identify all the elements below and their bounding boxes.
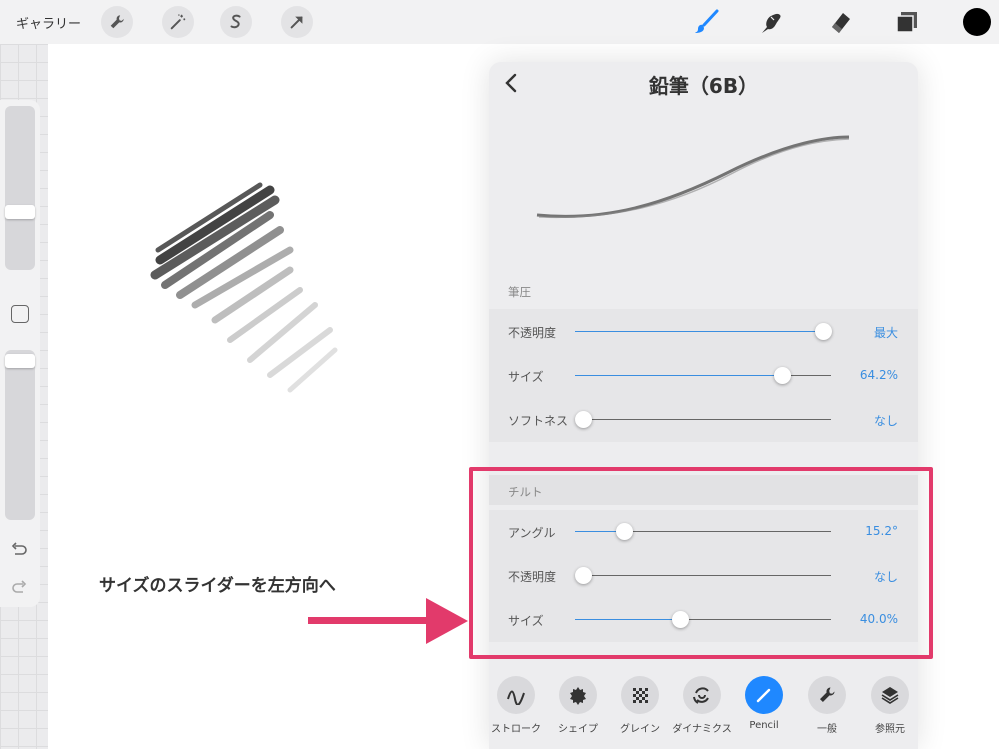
pressure-softness-value: なし xyxy=(873,414,898,428)
pressure-section-label: 筆圧 xyxy=(508,285,531,299)
category-stroke-path[interactable]: ストローク xyxy=(484,676,548,746)
pencil-icon xyxy=(745,676,783,714)
category-label: 一般 xyxy=(817,724,837,735)
brush-size-knob[interactable] xyxy=(5,205,35,219)
pressure-size-slider-fill xyxy=(575,375,782,376)
tilt-highlight-box xyxy=(469,467,933,659)
top-toolbar: ギャラリー xyxy=(0,0,999,44)
color-picker-swatch[interactable] xyxy=(963,8,991,36)
pointer-arrow-icon xyxy=(308,598,468,644)
pressure-softness-slider[interactable] xyxy=(575,411,831,428)
category-label: グレイン xyxy=(620,724,660,735)
layers-icon[interactable] xyxy=(891,6,923,38)
pressure-opacity-slider[interactable] xyxy=(575,323,832,340)
shape-icon xyxy=(559,676,597,714)
wrench-icon xyxy=(808,676,846,714)
brush-icon[interactable] xyxy=(690,6,722,38)
pressure-opacity-slider-fill xyxy=(575,331,823,332)
magic-wand-icon[interactable] xyxy=(162,6,194,38)
annotation-text: サイズのスライダーを左方向へ xyxy=(99,576,336,596)
dynamics-icon xyxy=(683,676,721,714)
pressure-opacity-slider-knob[interactable] xyxy=(815,323,832,340)
category-grain[interactable]: グレイン xyxy=(608,676,672,746)
gallery-button[interactable]: ギャラリー xyxy=(16,13,81,32)
brush-size-slider[interactable] xyxy=(5,106,35,270)
pressure-opacity-value: 最大 xyxy=(873,326,898,340)
brush-category-bar: ストローク シェイプ グレイン ダイナミクス Pencil 一般 参照元 xyxy=(489,670,918,749)
left-sidebar xyxy=(0,100,40,607)
modify-button[interactable] xyxy=(11,305,29,323)
pressure-softness-row: ソフトネス なし xyxy=(489,398,918,442)
category-shape[interactable]: シェイプ xyxy=(546,676,610,746)
selection-icon[interactable] xyxy=(220,6,252,38)
pressure-size-slider-knob[interactable] xyxy=(774,367,791,384)
panel-header: 鉛筆（6B） xyxy=(489,62,918,102)
undo-icon[interactable] xyxy=(9,540,29,560)
stroke-path-icon xyxy=(497,676,535,714)
pressure-size-row: サイズ 64.2% xyxy=(489,354,918,398)
pressure-opacity-label: 不透明度 xyxy=(508,326,557,340)
pressure-size-slider[interactable] xyxy=(575,367,831,384)
wrench-icon[interactable] xyxy=(101,6,133,38)
brush-opacity-slider[interactable] xyxy=(5,350,35,520)
category-pencil[interactable]: Pencil xyxy=(732,676,796,746)
category-label: シェイプ xyxy=(558,724,598,735)
grain-icon xyxy=(621,676,659,714)
pencil-sketch xyxy=(150,182,338,393)
layers-icon xyxy=(871,676,909,714)
brush-name-title: 鉛筆（6B） xyxy=(648,74,759,98)
pressure-softness-slider-knob[interactable] xyxy=(575,411,592,428)
stroke-preview xyxy=(536,135,849,219)
category-wrench[interactable]: 一般 xyxy=(795,676,859,746)
category-dynamics[interactable]: ダイナミクス xyxy=(670,676,734,746)
transform-arrow-icon[interactable] xyxy=(281,6,313,38)
pressure-opacity-row: 不透明度 最大 xyxy=(489,310,918,354)
pressure-size-value: 64.2% xyxy=(859,368,898,382)
redo-icon[interactable] xyxy=(9,576,29,596)
category-label: ストローク xyxy=(491,724,541,735)
pressure-size-label: サイズ xyxy=(508,370,544,384)
category-label: Pencil xyxy=(749,720,779,731)
category-label: ダイナミクス xyxy=(672,724,732,735)
category-layers[interactable]: 参照元 xyxy=(858,676,922,746)
brush-opacity-knob[interactable] xyxy=(5,354,35,368)
smudge-icon[interactable] xyxy=(755,6,787,38)
category-label: 参照元 xyxy=(875,724,905,735)
eraser-icon[interactable] xyxy=(825,6,857,38)
pressure-softness-label: ソフトネス xyxy=(508,414,569,428)
